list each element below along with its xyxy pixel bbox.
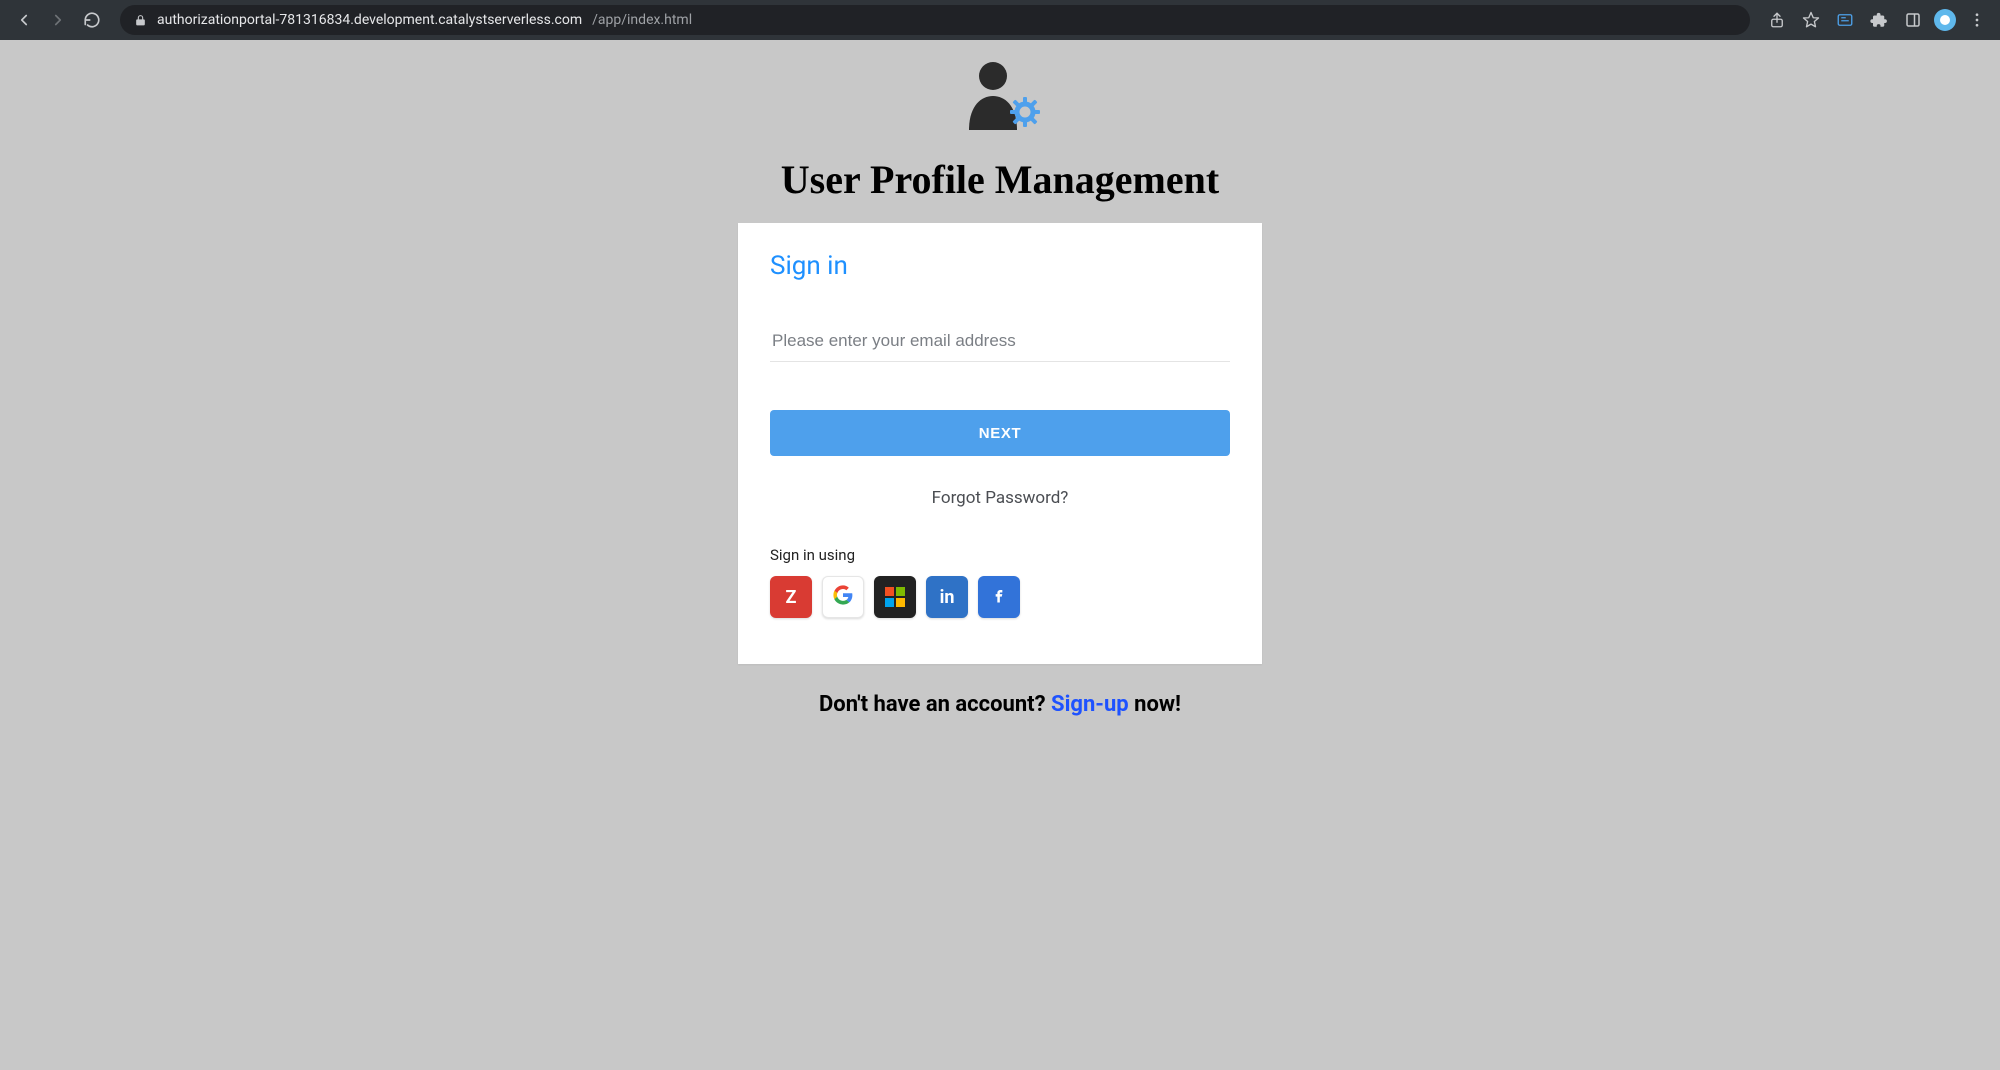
url-host: authorizationportal-781316834.developmen… <box>157 12 582 28</box>
signup-link[interactable]: Sign-up <box>1051 692 1129 717</box>
signup-prompt: Don't have an account? Sign-up now! <box>819 692 1181 717</box>
forward-button[interactable] <box>44 6 72 34</box>
microsoft-icon <box>885 587 905 607</box>
google-signin-button[interactable] <box>822 576 864 618</box>
browser-toolbar: authorizationportal-781316834.developmen… <box>0 0 2000 40</box>
social-signin-label: Sign in using <box>770 546 1230 564</box>
zoho-signin-button[interactable]: Z <box>770 576 812 618</box>
puzzle-icon[interactable] <box>1866 7 1892 33</box>
user-icon <box>969 62 1017 130</box>
lock-icon <box>134 14 147 27</box>
address-bar[interactable]: authorizationportal-781316834.developmen… <box>120 5 1750 35</box>
back-button[interactable] <box>10 6 38 34</box>
profile-avatar-icon[interactable] <box>1934 9 1956 31</box>
signup-prefix: Don't have an account? <box>819 692 1051 717</box>
forgot-password-link[interactable]: Forgot Password? <box>770 488 1230 508</box>
app-logo <box>959 58 1041 136</box>
url-path: /app/index.html <box>592 12 692 28</box>
email-input[interactable] <box>770 325 1230 362</box>
bookmark-star-icon[interactable] <box>1798 7 1824 33</box>
microsoft-signin-button[interactable] <box>874 576 916 618</box>
page-body: User Profile Management Sign in NEXT For… <box>0 40 2000 1070</box>
next-button[interactable]: NEXT <box>770 410 1230 456</box>
linkedin-signin-button[interactable]: in <box>926 576 968 618</box>
google-icon <box>833 585 853 610</box>
zoho-icon: Z <box>786 587 797 608</box>
gear-icon <box>1010 97 1040 127</box>
linkedin-icon: in <box>940 587 955 608</box>
facebook-signin-button[interactable] <box>978 576 1020 618</box>
panel-icon[interactable] <box>1900 7 1926 33</box>
social-signin-row: Z in <box>770 576 1230 618</box>
share-icon[interactable] <box>1764 7 1790 33</box>
extensions-icon[interactable] <box>1832 7 1858 33</box>
signin-card: Sign in NEXT Forgot Password? Sign in us… <box>738 223 1262 664</box>
kebab-menu-icon[interactable] <box>1964 7 1990 33</box>
page-title: User Profile Management <box>781 156 1219 203</box>
signup-suffix: now! <box>1129 692 1181 717</box>
signin-heading: Sign in <box>770 251 1230 281</box>
reload-button[interactable] <box>78 6 106 34</box>
facebook-icon <box>989 585 1009 610</box>
